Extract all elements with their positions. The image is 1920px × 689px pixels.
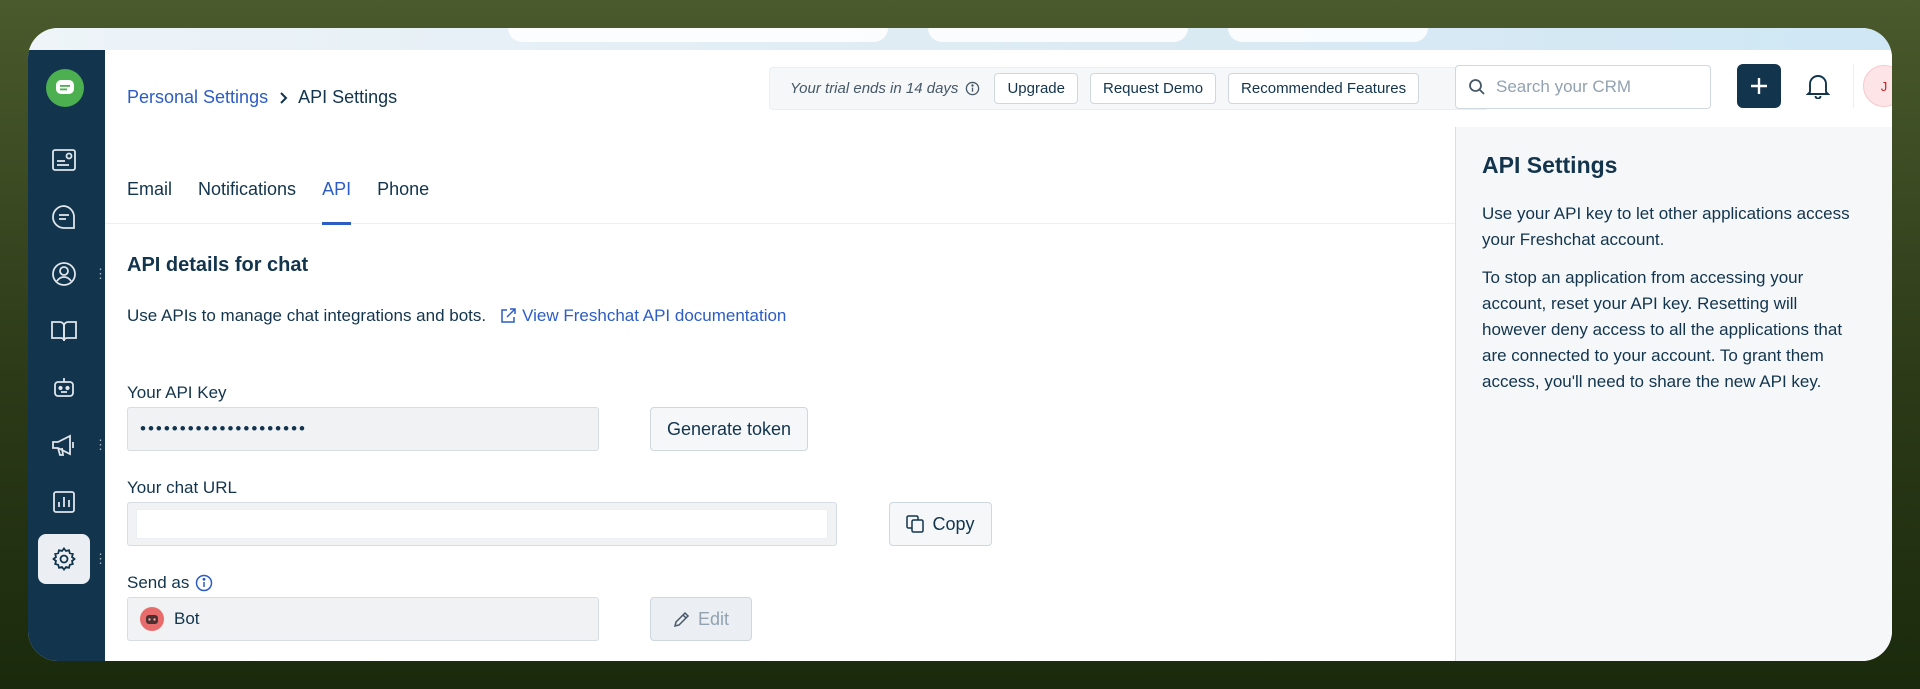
campaigns-more-dots[interactable]: ⋮: [94, 437, 107, 453]
sidebar-item-campaigns[interactable]: [38, 420, 90, 470]
user-avatar[interactable]: J: [1863, 65, 1892, 107]
api-documentation-link[interactable]: View Freshchat API documentation: [500, 306, 786, 326]
pencil-icon: [673, 611, 690, 627]
campaigns-icon: [52, 434, 74, 456]
edit-button[interactable]: Edit: [650, 597, 752, 641]
add-new-button[interactable]: [1737, 64, 1781, 108]
freshchat-logo-icon[interactable]: [46, 69, 84, 107]
sidebar-item-dashboard[interactable]: [38, 135, 90, 185]
search-box[interactable]: [1455, 65, 1711, 109]
help-panel: API Settings Use your API key to let oth…: [1455, 127, 1892, 661]
help-panel-title: API Settings: [1482, 152, 1618, 178]
help-panel-paragraph-2: To stop an application from accessing yo…: [1482, 268, 1843, 391]
notifications-bell-icon[interactable]: [1802, 70, 1834, 102]
tab-email[interactable]: Email: [127, 154, 172, 224]
request-demo-button[interactable]: Request Demo: [1089, 73, 1217, 104]
send-as-field: Bot: [127, 597, 599, 641]
breadcrumb: Personal Settings API Settings: [127, 87, 397, 108]
contacts-more-dots[interactable]: ⋮: [94, 266, 107, 282]
header-divider: [1853, 64, 1854, 108]
section-description: Use APIs to manage chat integrations and…: [127, 306, 786, 326]
send-as-value: Bot: [174, 609, 200, 628]
breadcrumb-current: API Settings: [298, 87, 398, 107]
recommended-features-button[interactable]: Recommended Features: [1228, 73, 1420, 104]
browser-top-strip: [28, 28, 1892, 50]
edit-label: Edit: [697, 608, 730, 629]
generate-token-button[interactable]: Generate token: [650, 407, 808, 451]
copy-label: Copy: [932, 513, 975, 534]
sidebar-item-conversations[interactable]: [38, 192, 90, 242]
sidebar-item-analytics[interactable]: [38, 477, 90, 527]
sidebar-item-knowledge-base[interactable]: [38, 306, 90, 356]
settings-icon: [52, 547, 76, 571]
chat-url-input[interactable]: [136, 509, 828, 539]
plus-icon: [1751, 78, 1767, 94]
main-content: API details for chat Use APIs to manage …: [105, 225, 1455, 661]
contacts-icon: [52, 262, 76, 286]
sidebar-item-bots[interactable]: [38, 363, 90, 413]
search-input[interactable]: [1496, 77, 1696, 97]
section-title: API details for chat: [127, 254, 309, 276]
description-text: Use APIs to manage chat integrations and…: [127, 306, 487, 325]
tab-notifications[interactable]: Notifications: [198, 154, 296, 224]
doc-link-label: View Freshchat API documentation: [522, 306, 787, 325]
dashboard-icon: [52, 149, 76, 171]
info-icon[interactable]: [965, 81, 980, 96]
search-icon: [1469, 79, 1485, 95]
external-link-icon: [501, 308, 516, 323]
settings-tabs: Email Notifications API Phone: [105, 154, 1455, 225]
bot-avatar-icon: [140, 607, 164, 631]
trial-banner: Your trial ends in 14 days Upgrade Reque…: [769, 67, 1489, 110]
knowledge-base-icon: [51, 321, 77, 342]
breadcrumb-parent-link[interactable]: Personal Settings: [127, 87, 268, 108]
conversations-icon: [52, 205, 75, 229]
settings-more-dots[interactable]: ⋮: [94, 551, 107, 567]
tab-phone[interactable]: Phone: [377, 154, 429, 224]
tab-api[interactable]: API: [322, 154, 352, 225]
app-window: ⋮ ⋮ ⋮ Personal Settings API Settings You: [28, 28, 1892, 661]
info-icon[interactable]: [195, 574, 213, 592]
bot-icon: [54, 378, 74, 397]
chat-url-field: [127, 502, 837, 546]
sidebar-item-contacts[interactable]: [38, 249, 90, 299]
api-key-input[interactable]: [140, 419, 580, 439]
copy-icon: [906, 515, 925, 533]
chevron-right-icon: [278, 91, 288, 104]
sidebar: ⋮ ⋮ ⋮: [28, 50, 107, 661]
sidebar-item-settings[interactable]: [38, 534, 90, 584]
chat-url-label: Your chat URL: [127, 478, 237, 497]
send-as-label: Send as: [127, 573, 190, 592]
copy-button[interactable]: Copy: [889, 502, 992, 546]
api-key-label: Your API Key: [127, 383, 227, 402]
api-key-field: [127, 407, 599, 451]
trial-text: Your trial ends in 14 days: [790, 80, 959, 97]
analytics-icon: [53, 491, 75, 513]
upgrade-button[interactable]: Upgrade: [994, 73, 1078, 104]
send-as-label-row: Send as: [127, 573, 213, 593]
help-panel-paragraph-1: Use your API key to let other applicatio…: [1482, 204, 1850, 249]
